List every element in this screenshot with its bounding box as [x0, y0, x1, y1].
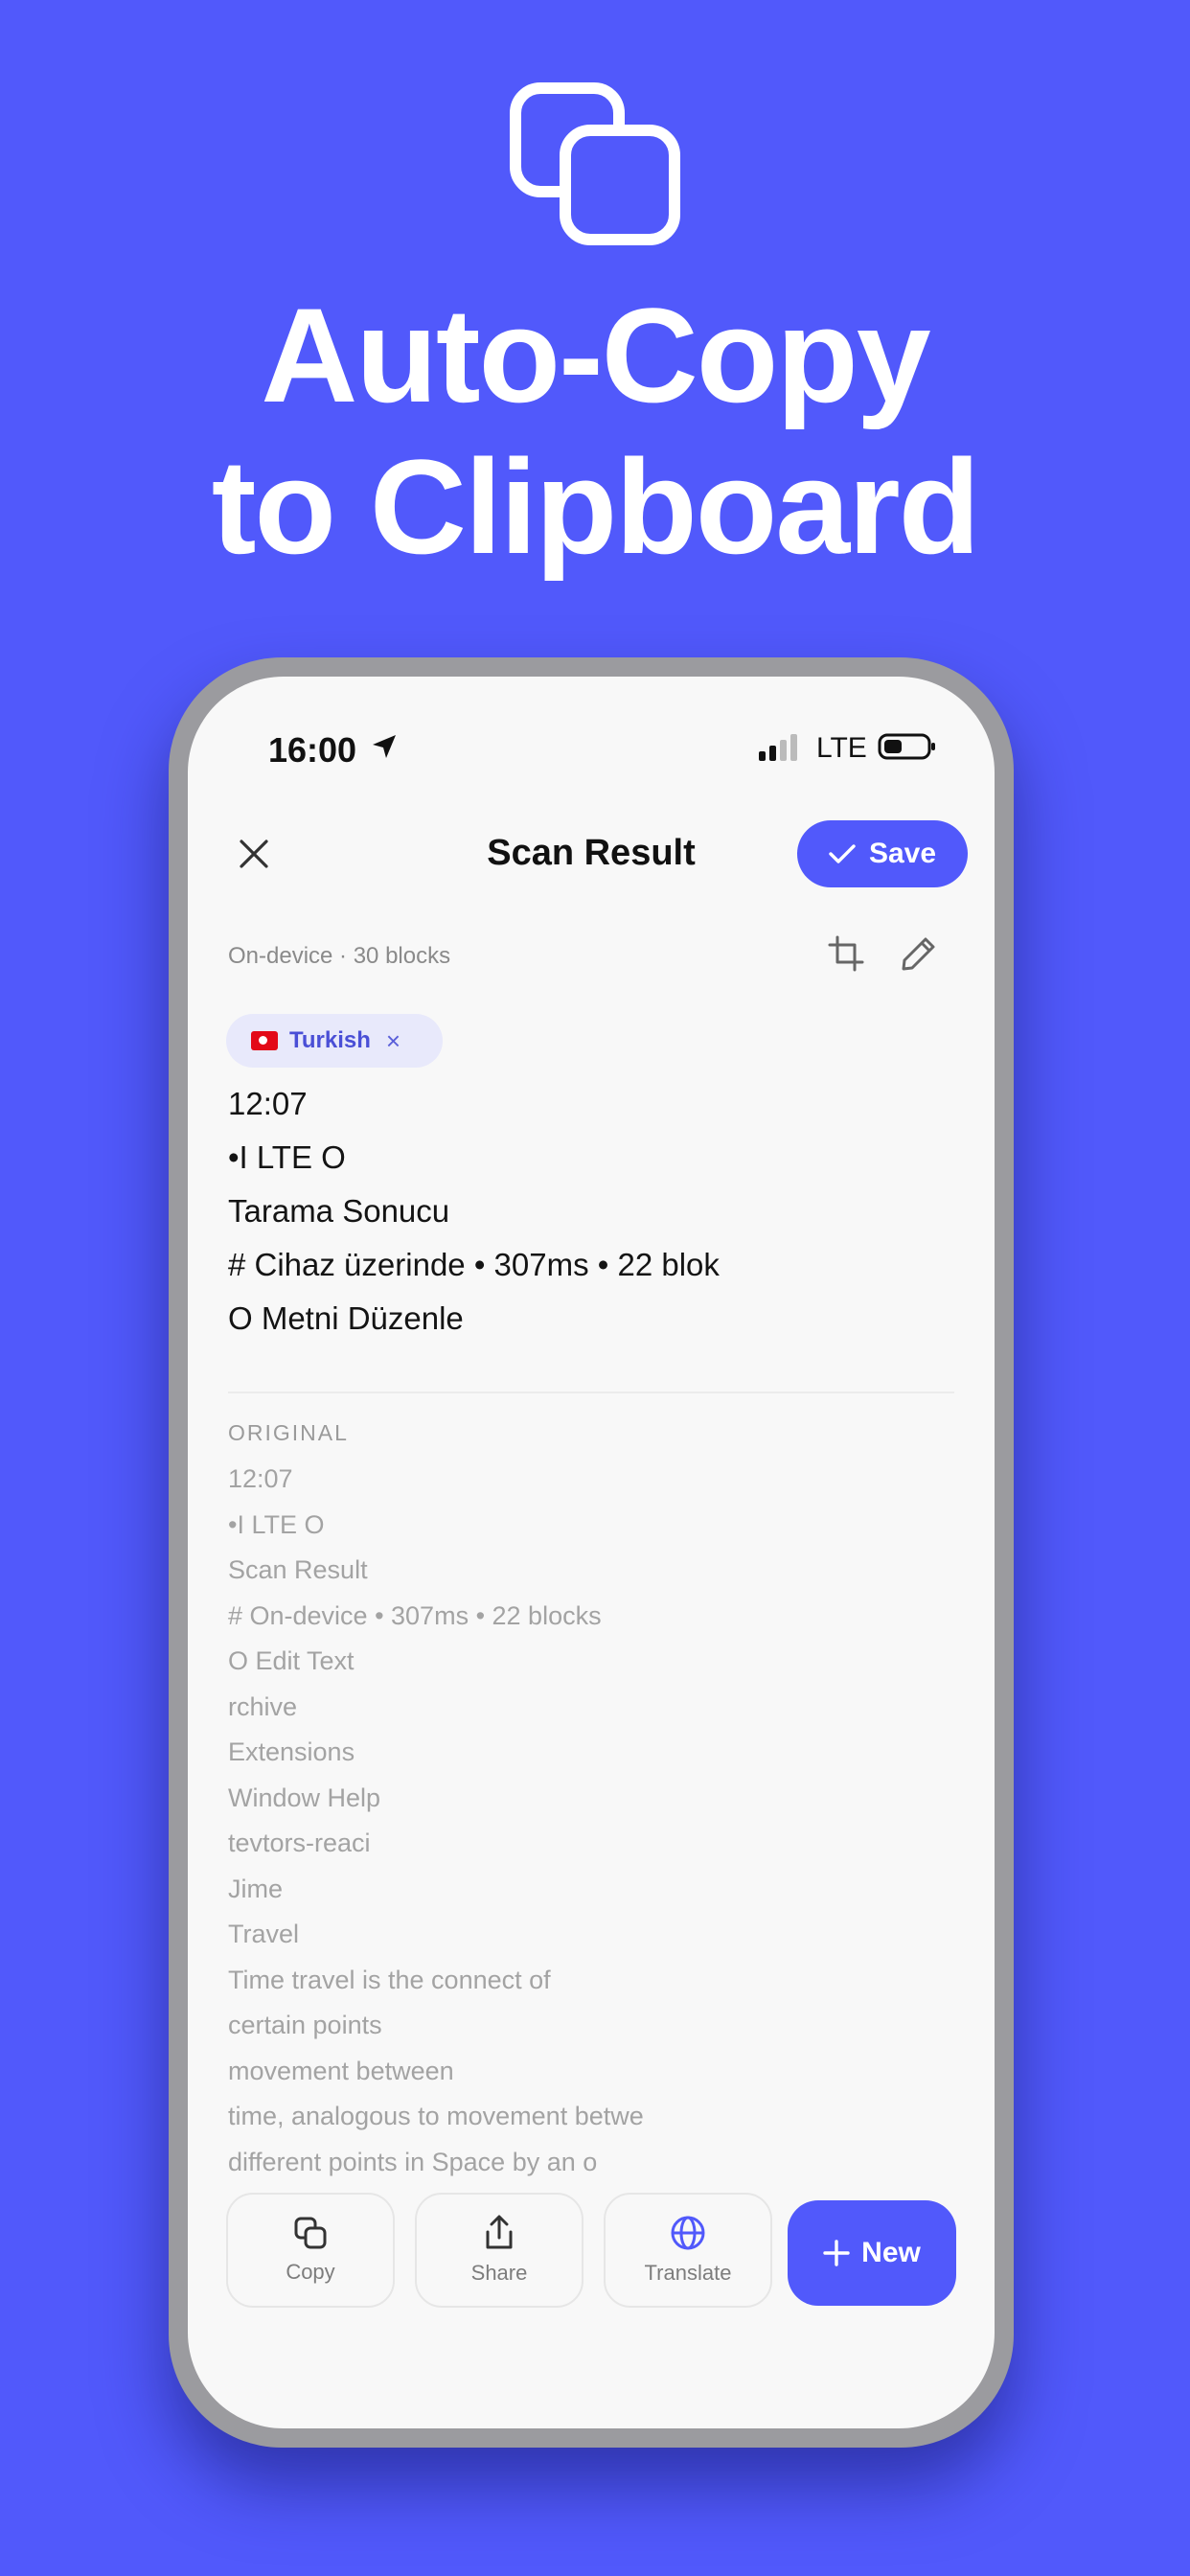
share-button[interactable]: Share — [415, 2193, 584, 2308]
original-line: certain points — [228, 2011, 382, 2039]
copy-icon — [294, 2217, 327, 2249]
result-line: •I LTE O — [228, 1139, 346, 1175]
original-line: movement between — [228, 2056, 454, 2085]
result-line: # Cihaz üzerinde • 307ms • 22 blok — [228, 1247, 720, 1282]
new-label: New — [861, 2237, 921, 2268]
copy-label: Copy — [286, 2260, 335, 2284]
plus-icon — [823, 2240, 850, 2266]
headline-line-1: Auto-Copy — [261, 280, 930, 430]
original-label: ORIGINAL — [228, 1420, 349, 1445]
pencil-icon[interactable] — [901, 935, 937, 972]
result-line: 12:07 — [228, 1086, 308, 1121]
copy-button[interactable]: Copy — [226, 2193, 395, 2308]
original-line: Scan Result — [228, 1555, 368, 1584]
turkey-flag-icon — [251, 1031, 278, 1050]
headline: Auto-Copy to Clipboard — [0, 280, 1190, 583]
original-line: Extensions — [228, 1737, 355, 1766]
translate-label: Translate — [644, 2261, 732, 2285]
copy-icon — [510, 82, 680, 245]
battery-icon — [878, 733, 935, 760]
cellular-signal-icon — [759, 734, 797, 761]
result-line: O Metni Düzenle — [228, 1300, 464, 1336]
save-button[interactable]: Save — [797, 820, 968, 887]
original-line: rchive — [228, 1691, 298, 1721]
original-line: different points in Space by an o — [228, 2147, 598, 2176]
phone-screen: 16:00 LTE Scan Result Save On-device · 3… — [188, 677, 995, 2428]
translate-button[interactable]: Translate — [604, 2193, 772, 2308]
original-line: Jime — [228, 1874, 284, 1903]
divider — [228, 1392, 954, 1393]
result-line: Tarama Sonucu — [228, 1193, 450, 1229]
original-text: 12:07 •I LTE O Scan Result # On-device •… — [228, 1457, 644, 2185]
original-line: tevtors-reaci — [228, 1828, 371, 1857]
original-line: Travel — [228, 1920, 300, 1948]
new-scan-button[interactable]: New — [788, 2200, 956, 2306]
crop-icon[interactable] — [828, 935, 864, 972]
phone-frame: 16:00 LTE Scan Result Save On-device · 3… — [169, 657, 1014, 2448]
share-icon — [486, 2215, 513, 2249]
headline-line-2: to Clipboard — [211, 431, 980, 582]
globe-icon — [671, 2216, 705, 2250]
save-label: Save — [868, 838, 937, 869]
checkmark-icon — [829, 844, 856, 863]
original-line: Time travel is the connect of — [228, 1965, 551, 1994]
share-label: Share — [470, 2261, 528, 2285]
scan-meta: On-device · 30 blocks — [228, 943, 451, 969]
status-time: 16:00 — [268, 730, 357, 770]
location-arrow-icon — [373, 735, 396, 758]
original-line: # On-device • 307ms • 22 blocks — [228, 1600, 602, 1630]
original-line: O Edit Text — [228, 1646, 355, 1675]
original-line: time, analogous to movement betwe — [228, 2102, 644, 2130]
network-type: LTE — [816, 732, 867, 764]
original-line: Window Help — [228, 1782, 381, 1812]
language-label: Turkish — [289, 1027, 371, 1053]
language-chip[interactable]: Turkish × — [226, 1014, 443, 1068]
translated-text: 12:07 •I LTE O Tarama Sonucu # Cihaz üze… — [228, 1077, 720, 1346]
chip-close-icon[interactable]: × — [386, 1026, 400, 1056]
original-line: 12:07 — [228, 1464, 293, 1493]
original-line: •I LTE O — [228, 1509, 325, 1539]
